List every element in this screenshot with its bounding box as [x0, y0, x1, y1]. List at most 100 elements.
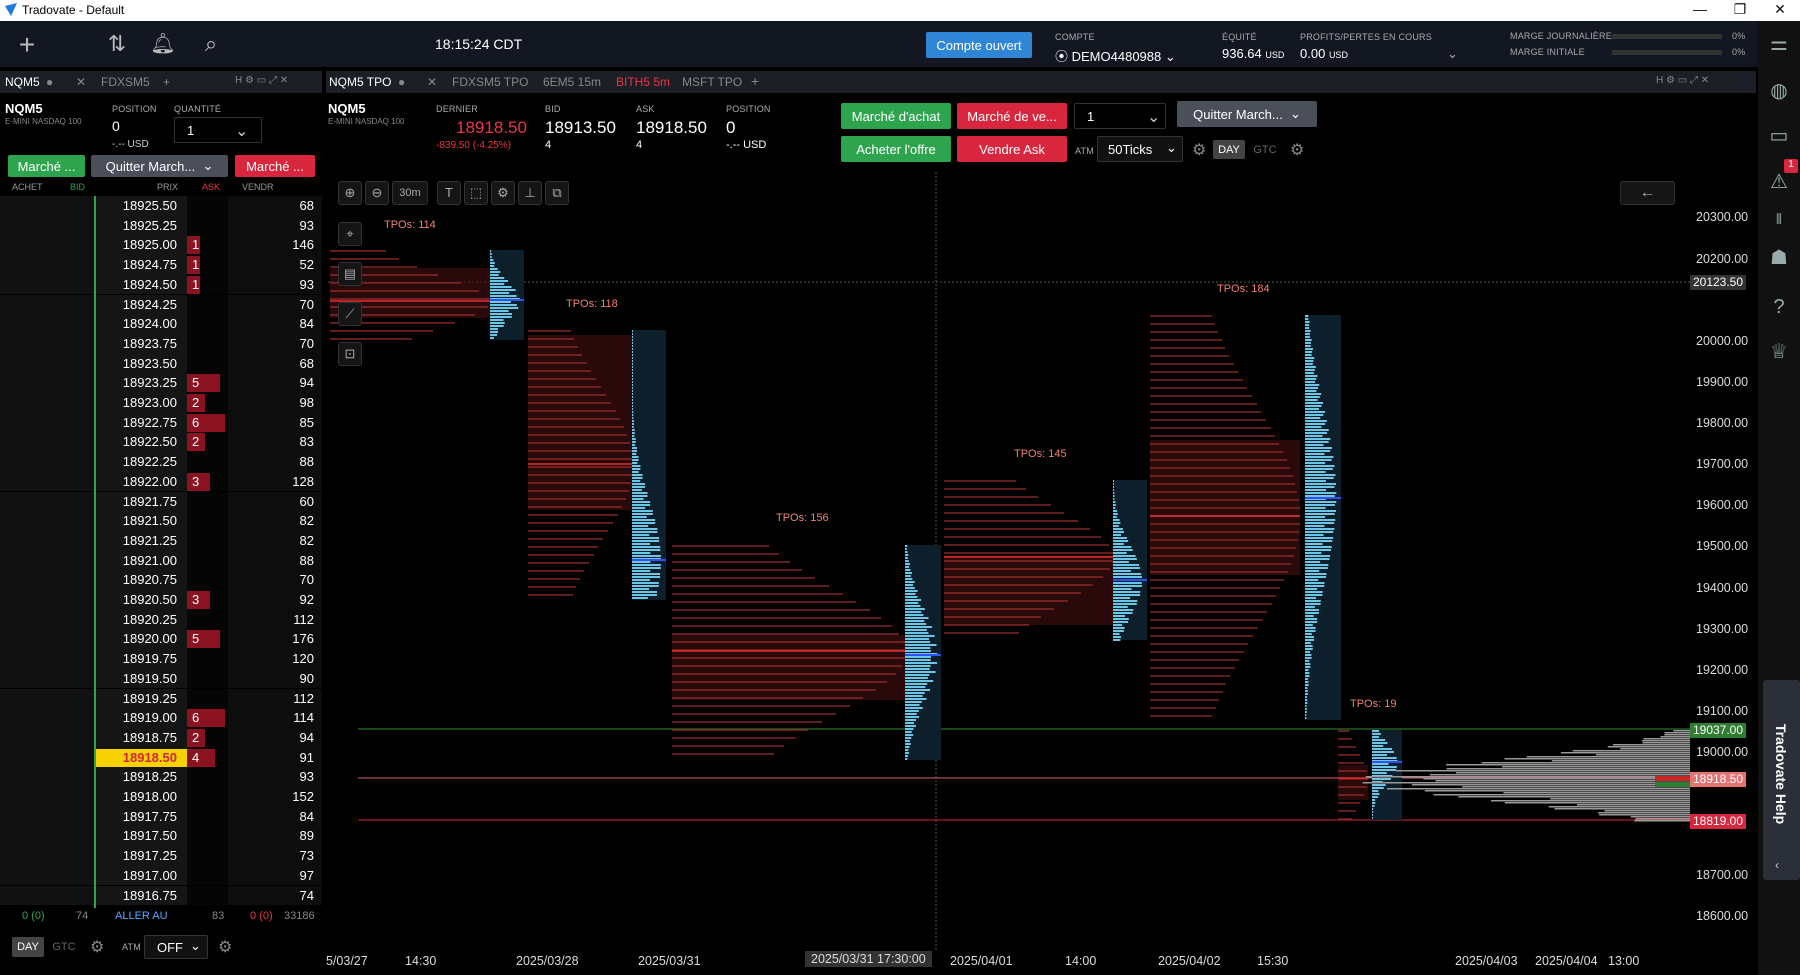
ladder-row[interactable]: 18917.25 73 — [0, 846, 322, 866]
trophy-icon[interactable]: ♕ — [1758, 339, 1800, 364]
zoom-out-icon[interactable]: ⊖ — [365, 181, 389, 205]
sliders-icon[interactable]: ⚌ — [1758, 31, 1800, 56]
left-sell-market-button[interactable]: Marché ... — [235, 155, 315, 177]
ladder-row[interactable]: 18921.75 60 — [0, 491, 322, 512]
panel-controls-icon[interactable]: H ⚙ ▭ ⤢ ✕ — [235, 75, 288, 86]
tab-nqm5[interactable]: NQM5 — [5, 75, 40, 89]
indicators-icon[interactable]: ⊥ — [518, 181, 542, 205]
ladder-row[interactable]: 18924.25 70 — [0, 294, 322, 315]
atm-select[interactable]: 50Ticks ⌄ — [1097, 136, 1183, 162]
buy-market-button[interactable]: Marché d'achat — [841, 103, 951, 129]
crosshair-icon[interactable]: ⌖ — [338, 222, 362, 246]
ladder-row[interactable]: 18918.75 2 94 — [0, 727, 322, 748]
back-arrow-icon[interactable]: ← — [1620, 181, 1675, 205]
left-qty-input[interactable]: 1 ⌄ — [174, 117, 262, 143]
ladder-row[interactable]: 18920.00 5 176 — [0, 629, 322, 650]
chevron-down-icon[interactable]: ⌄ — [1447, 46, 1458, 62]
ladder-row[interactable]: 18918.25 93 — [0, 767, 322, 787]
tab-6em5[interactable]: 6EM5 15m — [543, 75, 601, 89]
ladder-row[interactable]: 18925.50 68 — [0, 196, 322, 216]
add-icon[interactable]: + — [12, 29, 42, 61]
close-tab-icon[interactable]: ✕ — [76, 75, 86, 89]
ladder-row[interactable]: 18925.25 93 — [0, 215, 322, 236]
selection-icon[interactable]: ⬚ — [464, 181, 488, 205]
dom-ladder[interactable]: 18925.50 68 18925.25 93 18925.00 1 146 18924.75… — [0, 196, 322, 908]
sell-market-button[interactable]: Marché de ve... — [957, 103, 1067, 129]
tab-fdxsm5-tpo[interactable]: FDXSM5 TPO — [452, 75, 528, 89]
add-tab-icon[interactable]: + — [163, 75, 170, 89]
interval-button[interactable]: 30m — [392, 181, 428, 205]
open-account-button[interactable]: Compte ouvert — [926, 32, 1032, 58]
ladder-row[interactable]: 18917.50 89 — [0, 826, 322, 847]
bell-icon[interactable]: 🔔︎ — [148, 31, 178, 56]
restore-icon[interactable]: ❐ — [1725, 1, 1755, 18]
bars-icon[interactable]: ⦀ — [1758, 211, 1800, 228]
close-icon[interactable]: ✕ — [1765, 1, 1795, 18]
ladder-row[interactable]: 18919.50 90 — [0, 668, 322, 689]
chat-icon[interactable]: ▭ — [1758, 123, 1800, 148]
layers-icon[interactable]: ⧉ — [545, 181, 569, 205]
transfer-icon[interactable]: ⇅ — [102, 31, 132, 57]
ladder-row[interactable]: 18916.75 74 — [0, 885, 322, 906]
tab-nqm5-tpo[interactable]: NQM5 TPO — [329, 75, 391, 89]
ladder-row[interactable]: 18917.75 84 — [0, 806, 322, 827]
left-atm-select[interactable]: OFF ⌄ — [144, 935, 208, 959]
lock-icon[interactable]: ⊡ — [338, 342, 362, 366]
left-buy-market-button[interactable]: Marché ... — [8, 155, 85, 177]
search-icon[interactable]: ⌕ — [196, 31, 226, 57]
day-button[interactable]: DAY — [1213, 140, 1245, 159]
buy-bid-button[interactable]: Acheter l'offre — [841, 136, 951, 162]
users-icon[interactable]: ☗ — [1758, 245, 1800, 270]
ladder-row[interactable]: 18920.75 70 — [0, 570, 322, 590]
ladder-row[interactable]: 18925.00 1 146 — [0, 235, 322, 256]
close-tab-icon[interactable]: ✕ — [427, 75, 437, 89]
chart-qty-input[interactable]: 1 ⌄ — [1074, 103, 1166, 129]
tab-fdxsm5[interactable]: FDXSM5 — [101, 75, 150, 89]
gear-icon[interactable]: ⚙ — [1290, 140, 1304, 160]
chevron-down-icon[interactable]: ⌄ — [235, 121, 248, 141]
ladder-row[interactable]: 18918.00 152 — [0, 787, 322, 807]
zoom-in-icon[interactable]: ⊕ — [338, 181, 362, 205]
sell-ask-button[interactable]: Vendre Ask — [957, 136, 1067, 162]
ladder-row[interactable]: 18917.00 97 — [0, 865, 322, 886]
gear-icon[interactable]: ⚙ — [218, 937, 232, 957]
add-tab-icon[interactable]: + — [751, 73, 759, 89]
ladder-row[interactable]: 18923.50 68 — [0, 353, 322, 374]
help-icon[interactable]: ? — [1758, 296, 1800, 319]
ladder-row[interactable]: 18921.25 82 — [0, 530, 322, 551]
globe-icon[interactable]: ◍ — [1758, 78, 1800, 103]
panel-controls-icon[interactable]: H ⚙ ▭ ⤢ ✕ — [1656, 75, 1709, 86]
left-day-button[interactable]: DAY — [12, 937, 44, 957]
account-selector[interactable]: ⦿ DEMO4480988 ⌄ — [1055, 46, 1176, 65]
draw-line-icon[interactable]: ⟋ — [338, 302, 362, 326]
help-tab[interactable]: Tradovate Help ‹ — [1763, 680, 1800, 880]
gtc-button[interactable]: GTC — [1249, 140, 1281, 159]
ladder-row[interactable]: 18920.25 112 — [0, 609, 322, 630]
notes-icon[interactable]: ▤ — [338, 262, 362, 286]
ladder-row[interactable]: 18922.50 2 83 — [0, 432, 322, 453]
ladder-row[interactable]: 18924.00 84 — [0, 314, 322, 334]
gear-icon[interactable]: ⚙ — [491, 181, 515, 205]
goto-link[interactable]: ALLER AU — [115, 910, 168, 922]
tab-bith5[interactable]: BITH5 5m — [616, 75, 670, 89]
ladder-row[interactable]: 18923.75 70 — [0, 333, 322, 354]
left-exit-market-button[interactable]: Quitter March... ⌄ — [91, 155, 228, 177]
ladder-row[interactable]: 18923.00 2 98 — [0, 393, 322, 413]
tab-msft-tpo[interactable]: MSFT TPO — [682, 75, 742, 89]
minimize-icon[interactable]: — — [1685, 1, 1715, 17]
ladder-row[interactable]: 18924.50 1 93 — [0, 274, 322, 295]
ladder-row[interactable]: 18919.75 120 — [0, 649, 322, 669]
gear-icon[interactable]: ⚙ — [90, 937, 104, 957]
tpo-chart[interactable]: TPOs: 114 TPOs: 118 TPOs: 156 TPOs: 145 TPOs… — [328, 172, 1698, 952]
ladder-row[interactable]: 18922.75 6 85 — [0, 412, 322, 433]
ladder-row[interactable]: 18922.00 3 128 — [0, 471, 322, 492]
text-tool-icon[interactable]: T — [437, 181, 461, 205]
ladder-row[interactable]: 18919.00 6 114 — [0, 708, 322, 728]
left-gtc-button[interactable]: GTC — [48, 937, 80, 957]
ladder-row[interactable]: 18918.50 4 91 — [0, 747, 322, 768]
exit-market-button[interactable]: Quitter March... ⌄ — [1177, 101, 1317, 127]
ladder-row[interactable]: 18920.50 3 92 — [0, 590, 322, 610]
gear-icon[interactable]: ⚙ — [1192, 140, 1206, 160]
ladder-row[interactable]: 18922.25 88 — [0, 452, 322, 472]
ladder-row[interactable]: 18923.25 5 94 — [0, 373, 322, 393]
